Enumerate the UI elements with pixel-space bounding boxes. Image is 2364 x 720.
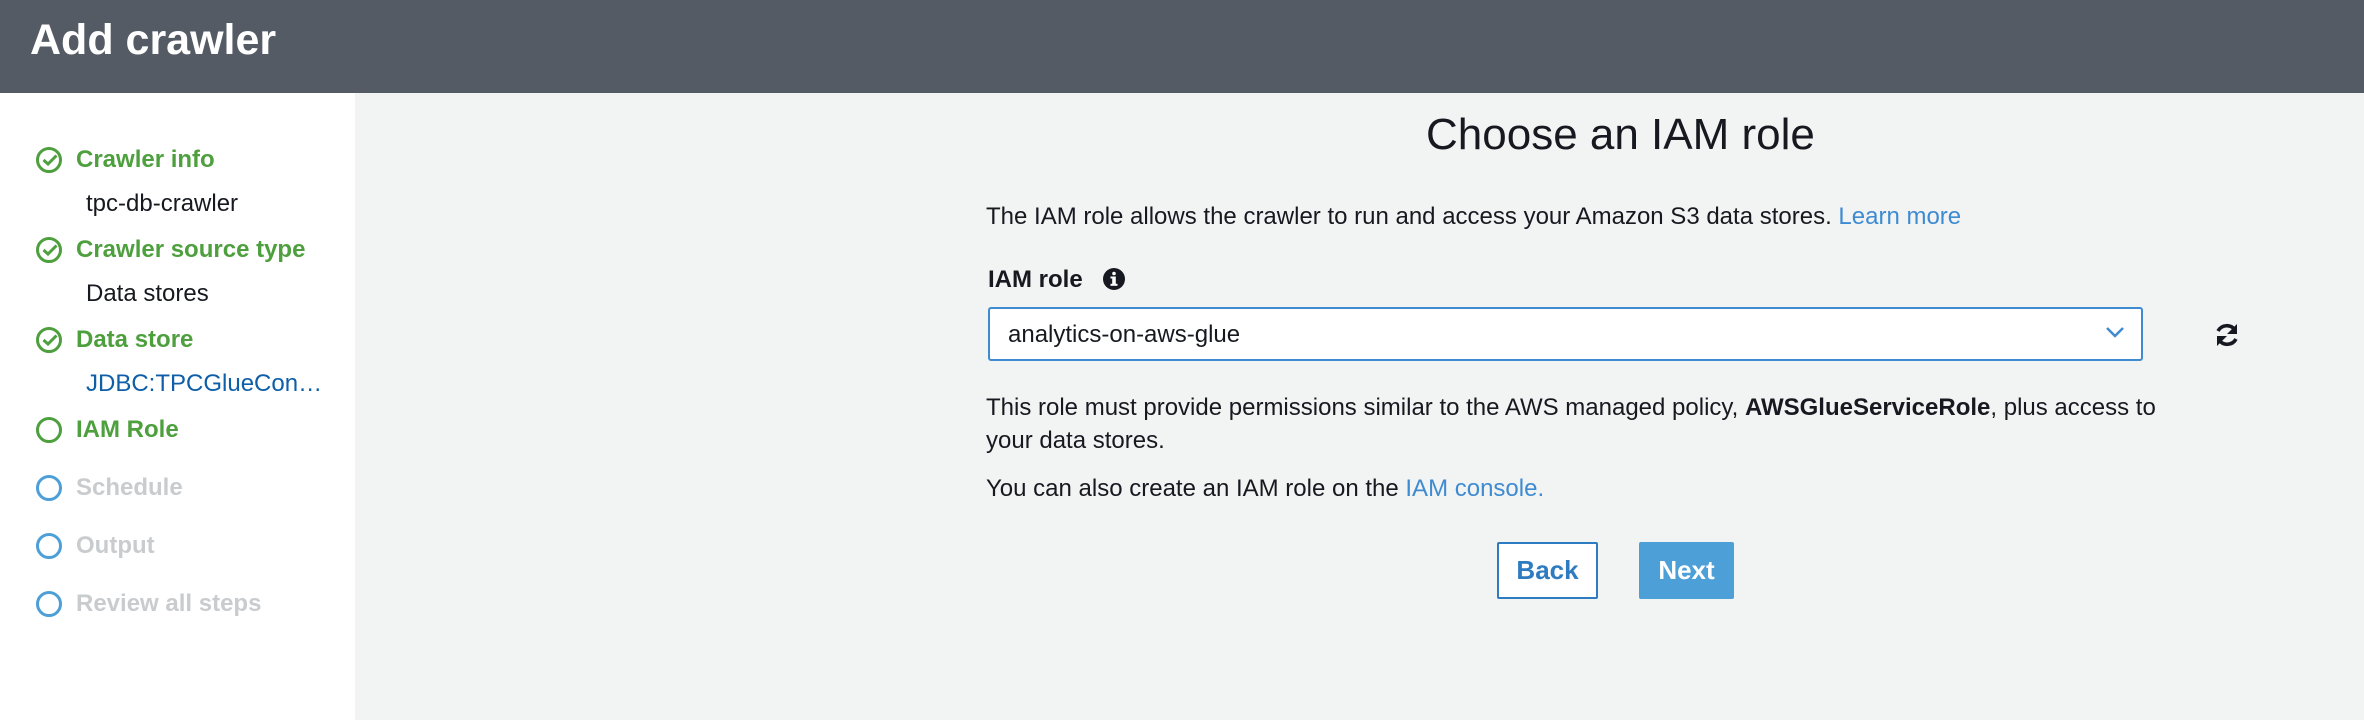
page-title: Choose an IAM role: [1426, 110, 1815, 159]
step-label: IAM Role: [76, 416, 179, 443]
info-icon[interactable]: [1102, 267, 1126, 291]
iam-console-note: You can also create an IAM role on the I…: [986, 472, 1544, 505]
step-summary-crawler-name: tpc-db-crawler: [86, 190, 239, 217]
policy-requirement-line-2: your data stores.: [986, 427, 1165, 454]
step-label: Output: [76, 532, 155, 559]
step-summary-source-type: Data stores: [86, 280, 209, 307]
intro-text: The IAM role allows the crawler to run a…: [986, 203, 1832, 230]
next-button[interactable]: Next: [1639, 542, 1734, 599]
circle-icon: [36, 475, 62, 501]
iam-role-field-label: IAM role: [988, 266, 1083, 293]
step-label: Crawler info: [76, 146, 215, 173]
iam-role-description: The IAM role allows the crawler to run a…: [986, 200, 1961, 233]
circle-icon: [36, 417, 62, 443]
learn-more-link[interactable]: Learn more: [1838, 203, 1961, 230]
console-text-prefix: You can also create an IAM role on the: [986, 475, 1406, 502]
step-label: Crawler source type: [76, 236, 306, 263]
policy-text-suffix: , plus access to: [1990, 394, 2156, 421]
policy-requirement-line-1: This role must provide permissions simil…: [986, 391, 2156, 424]
chevron-down-icon: [2105, 325, 2125, 344]
policy-text-prefix: This role must provide permissions simil…: [986, 394, 1745, 421]
iam-role-select-value: analytics-on-aws-glue: [1008, 321, 1241, 348]
refresh-icon[interactable]: [2212, 320, 2242, 355]
step-label: Data store: [76, 326, 194, 353]
circle-icon: [36, 533, 62, 559]
check-circle-icon: [36, 327, 62, 353]
step-label: Review all steps: [76, 590, 262, 617]
back-button[interactable]: Back: [1497, 542, 1598, 599]
page-header-title: Add crawler: [30, 16, 277, 64]
iam-role-select[interactable]: analytics-on-aws-glue: [988, 307, 2143, 361]
check-circle-icon: [36, 147, 62, 173]
iam-console-link[interactable]: IAM console.: [1405, 475, 1544, 502]
page-header: Add crawler: [0, 0, 2364, 93]
step-summary-data-store-link[interactable]: JDBC:TPCGlueCon…: [86, 367, 322, 401]
circle-icon: [36, 591, 62, 617]
policy-name: AWSGlueServiceRole: [1744, 394, 1991, 421]
wizard-steps-sidebar: Crawler info tpc-db-crawler Crawler sour…: [0, 93, 355, 720]
step-label: Schedule: [76, 474, 183, 501]
check-circle-icon: [36, 237, 62, 263]
